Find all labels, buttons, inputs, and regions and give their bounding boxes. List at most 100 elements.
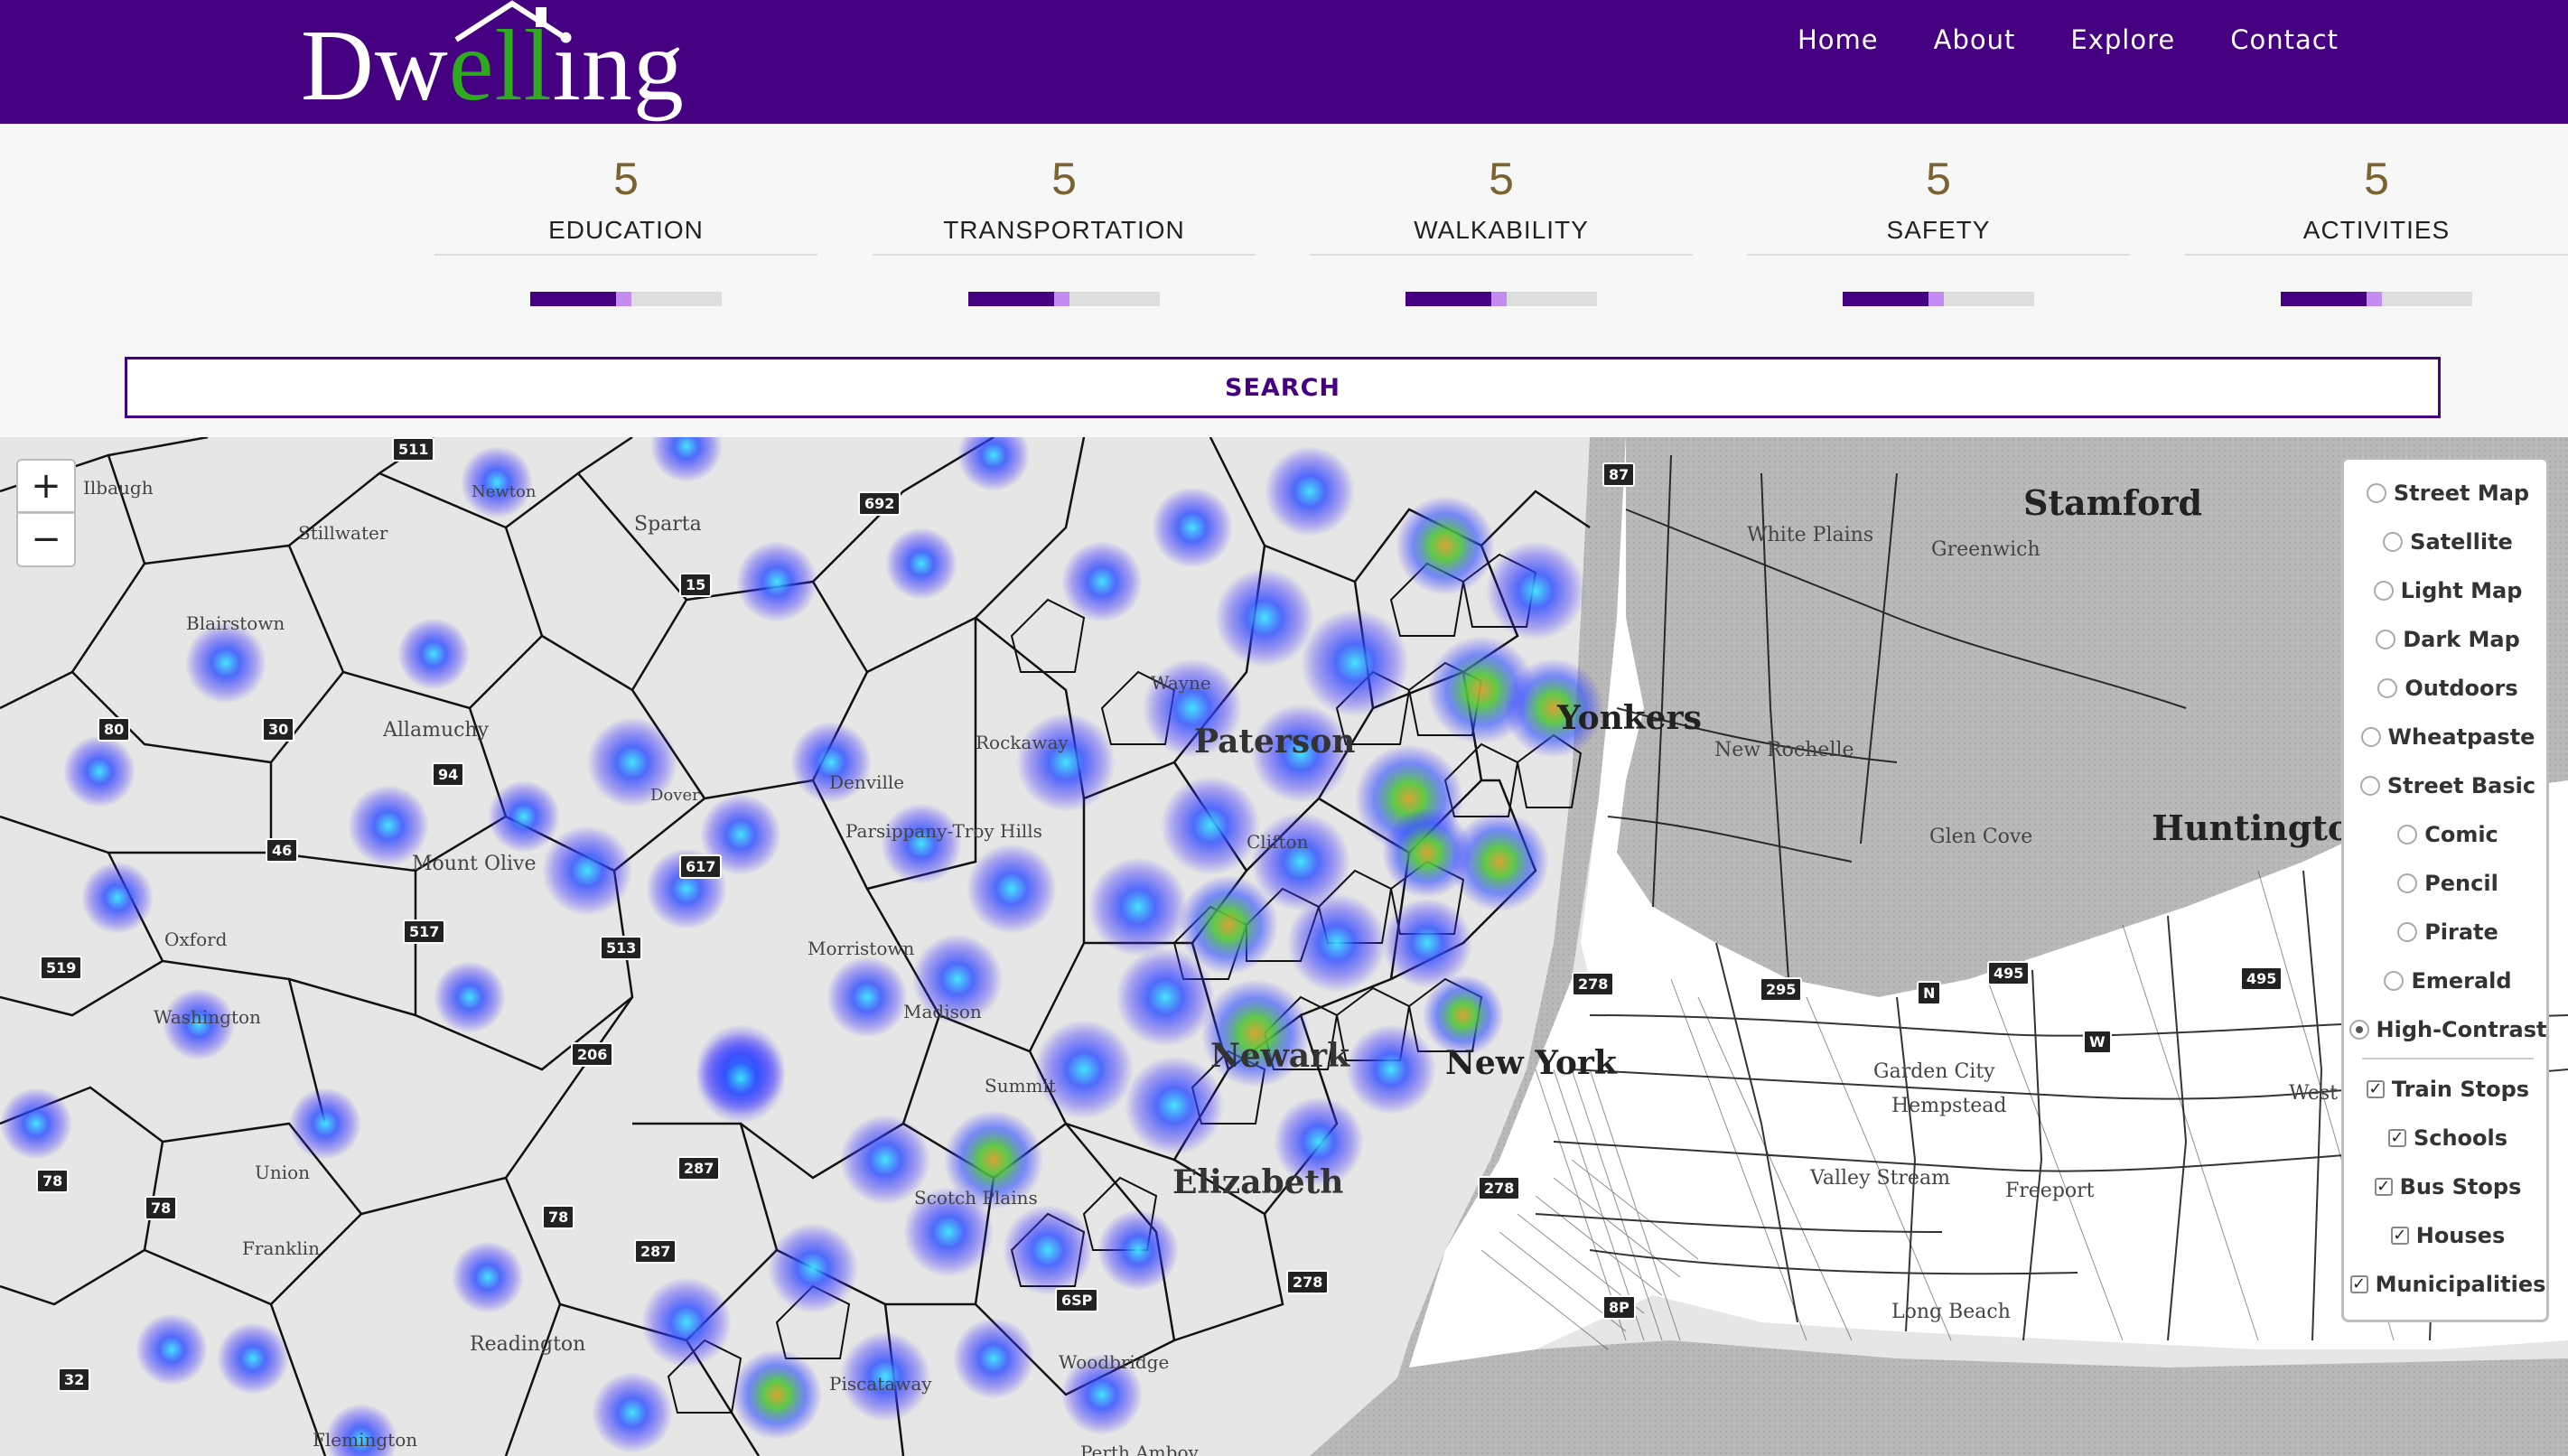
route-shield: 513 (600, 936, 643, 960)
map-label-scotch-plains: Scotch Plains (914, 1187, 1038, 1209)
checkbox-icon[interactable]: ✓ (2387, 1129, 2406, 1147)
map-label-washington: Washington (154, 1006, 261, 1028)
map-label-flemington: Flemington (313, 1429, 418, 1451)
radio-icon[interactable] (2349, 1020, 2369, 1040)
radio-icon[interactable] (2397, 825, 2418, 845)
overlay-label: Houses (2415, 1223, 2506, 1248)
score-progress-bar (530, 292, 722, 306)
route-shield: 94 (432, 762, 465, 787)
logo-text-part: ing (552, 10, 685, 122)
base-layer-option[interactable]: High-Contrast (2344, 1005, 2552, 1054)
map-label-summit: Summit (985, 1075, 1056, 1097)
base-layer-label: Comic (2424, 822, 2498, 847)
divider (434, 254, 817, 256)
radio-icon[interactable] (2366, 483, 2386, 503)
route-shield: 295 (1760, 977, 1803, 1002)
map-label-union: Union (255, 1162, 311, 1183)
route-shield: 46 (266, 838, 299, 863)
base-layer-option[interactable]: Pirate (2344, 908, 2552, 957)
map-label-oxford: Oxford (164, 929, 228, 950)
overlay-option[interactable]: ✓ Schools (2344, 1114, 2552, 1162)
overlay-label: Schools (2413, 1125, 2508, 1151)
route-shield: 206 (571, 1042, 614, 1067)
checkbox-icon[interactable]: ✓ (2374, 1178, 2393, 1196)
score-label: WALKABILITY (1414, 216, 1589, 244)
map-label-woodbridge: Woodbridge (1059, 1351, 1170, 1373)
route-shield: 495 (1987, 961, 2031, 985)
top-navbar: Dw ell ing Home About Explore Contact (0, 0, 2568, 124)
map-label-rockaway: Rockaway (976, 732, 1069, 753)
radio-icon[interactable] (2360, 727, 2381, 747)
map-canvas[interactable] (0, 437, 2568, 1456)
map-view[interactable]: Stamford Yonkers Paterson Newark New Yor… (0, 437, 2568, 1456)
route-shield: 287 (677, 1156, 721, 1181)
radio-icon[interactable] (2384, 971, 2405, 991)
base-layer-option[interactable]: Dark Map (2344, 615, 2552, 664)
checkbox-icon[interactable]: ✓ (2390, 1227, 2409, 1245)
route-shield: 617 (679, 854, 723, 879)
radio-icon[interactable] (2376, 630, 2396, 649)
radio-icon[interactable] (2373, 581, 2394, 601)
search-button[interactable]: SEARCH (125, 357, 2441, 418)
radio-icon[interactable] (2377, 678, 2398, 698)
radio-icon[interactable] (2359, 776, 2380, 796)
zoom-in-button[interactable]: + (16, 459, 76, 513)
score-transportation: 5 TRANSPORTATION (873, 147, 1256, 306)
score-label: SAFETY (1886, 216, 1991, 244)
route-shield: 30 (262, 717, 295, 742)
base-layer-option[interactable]: Satellite (2344, 518, 2552, 566)
overlay-label: Bus Stops (2399, 1174, 2522, 1199)
base-layer-label: Light Map (2400, 578, 2523, 603)
base-layer-label: Satellite (2410, 529, 2513, 555)
base-layer-option[interactable]: Pencil (2344, 859, 2552, 908)
score-safety: 5 SAFETY (1747, 147, 2130, 306)
overlay-option[interactable]: ✓ Houses (2344, 1211, 2552, 1260)
overlay-option[interactable]: ✓ Train Stops (2344, 1065, 2552, 1114)
map-label-garden-city: Garden City (1873, 1060, 1995, 1083)
score-progress-bar (1405, 292, 1597, 306)
base-layer-option[interactable]: Comic (2344, 810, 2552, 859)
base-layer-option[interactable]: Light Map (2344, 566, 2552, 615)
logo-text-part: Dw (301, 10, 449, 122)
overlay-label: Train Stops (2391, 1077, 2530, 1102)
nav-about[interactable]: About (1934, 24, 2016, 55)
radio-icon[interactable] (2397, 873, 2418, 893)
route-shield: 80 (98, 717, 131, 742)
dwelling-logo[interactable]: Dw ell ing (301, 0, 685, 124)
nav-home[interactable]: Home (1798, 24, 1879, 55)
score-label: TRANSPORTATION (943, 216, 1185, 244)
base-layer-label: High-Contrast (2376, 1017, 2547, 1042)
route-shield: 6SP (1055, 1288, 1099, 1312)
map-label-greenwich: Greenwich (1931, 538, 2040, 561)
radio-icon[interactable] (2397, 922, 2418, 942)
map-label-glen-cove: Glen Cove (1929, 826, 2033, 848)
search-button-label: SEARCH (1225, 373, 1340, 402)
base-layer-option[interactable]: Street Basic (2344, 761, 2552, 810)
map-label-wayne: Wayne (1151, 672, 1211, 694)
route-shield: 32 (58, 1367, 91, 1392)
base-layer-option[interactable]: Wheatpaste (2344, 713, 2552, 761)
map-label-readington: Readington (470, 1333, 586, 1356)
overlay-option[interactable]: ✓ Bus Stops (2344, 1162, 2552, 1211)
checkbox-icon[interactable]: ✓ (2366, 1080, 2385, 1098)
base-layer-option[interactable]: Street Map (2344, 469, 2552, 518)
route-shield: 278 (1572, 972, 1615, 996)
nav-contact[interactable]: Contact (2230, 24, 2339, 55)
base-layer-label: Emerald (2411, 968, 2512, 994)
score-value: 5 (613, 154, 639, 204)
base-layer-option[interactable]: Outdoors (2344, 664, 2552, 713)
zoom-out-button[interactable]: − (16, 513, 76, 567)
route-shield: 278 (1478, 1176, 1521, 1200)
route-shield: 78 (36, 1169, 70, 1193)
score-education: 5 EDUCATION (434, 147, 817, 306)
score-progress-bar (968, 292, 1160, 306)
checkbox-icon[interactable]: ✓ (2349, 1275, 2368, 1293)
nav-explore[interactable]: Explore (2070, 24, 2175, 55)
overlay-option[interactable]: ✓ Municipalities (2344, 1260, 2552, 1309)
map-label-madison: Madison (903, 1001, 982, 1022)
route-shield: 517 (403, 919, 446, 944)
map-label-clifton: Clifton (1247, 831, 1309, 853)
map-label-belvidere: Ilbaugh (83, 477, 154, 499)
radio-icon[interactable] (2383, 532, 2404, 552)
base-layer-option[interactable]: Emerald (2344, 957, 2552, 1005)
